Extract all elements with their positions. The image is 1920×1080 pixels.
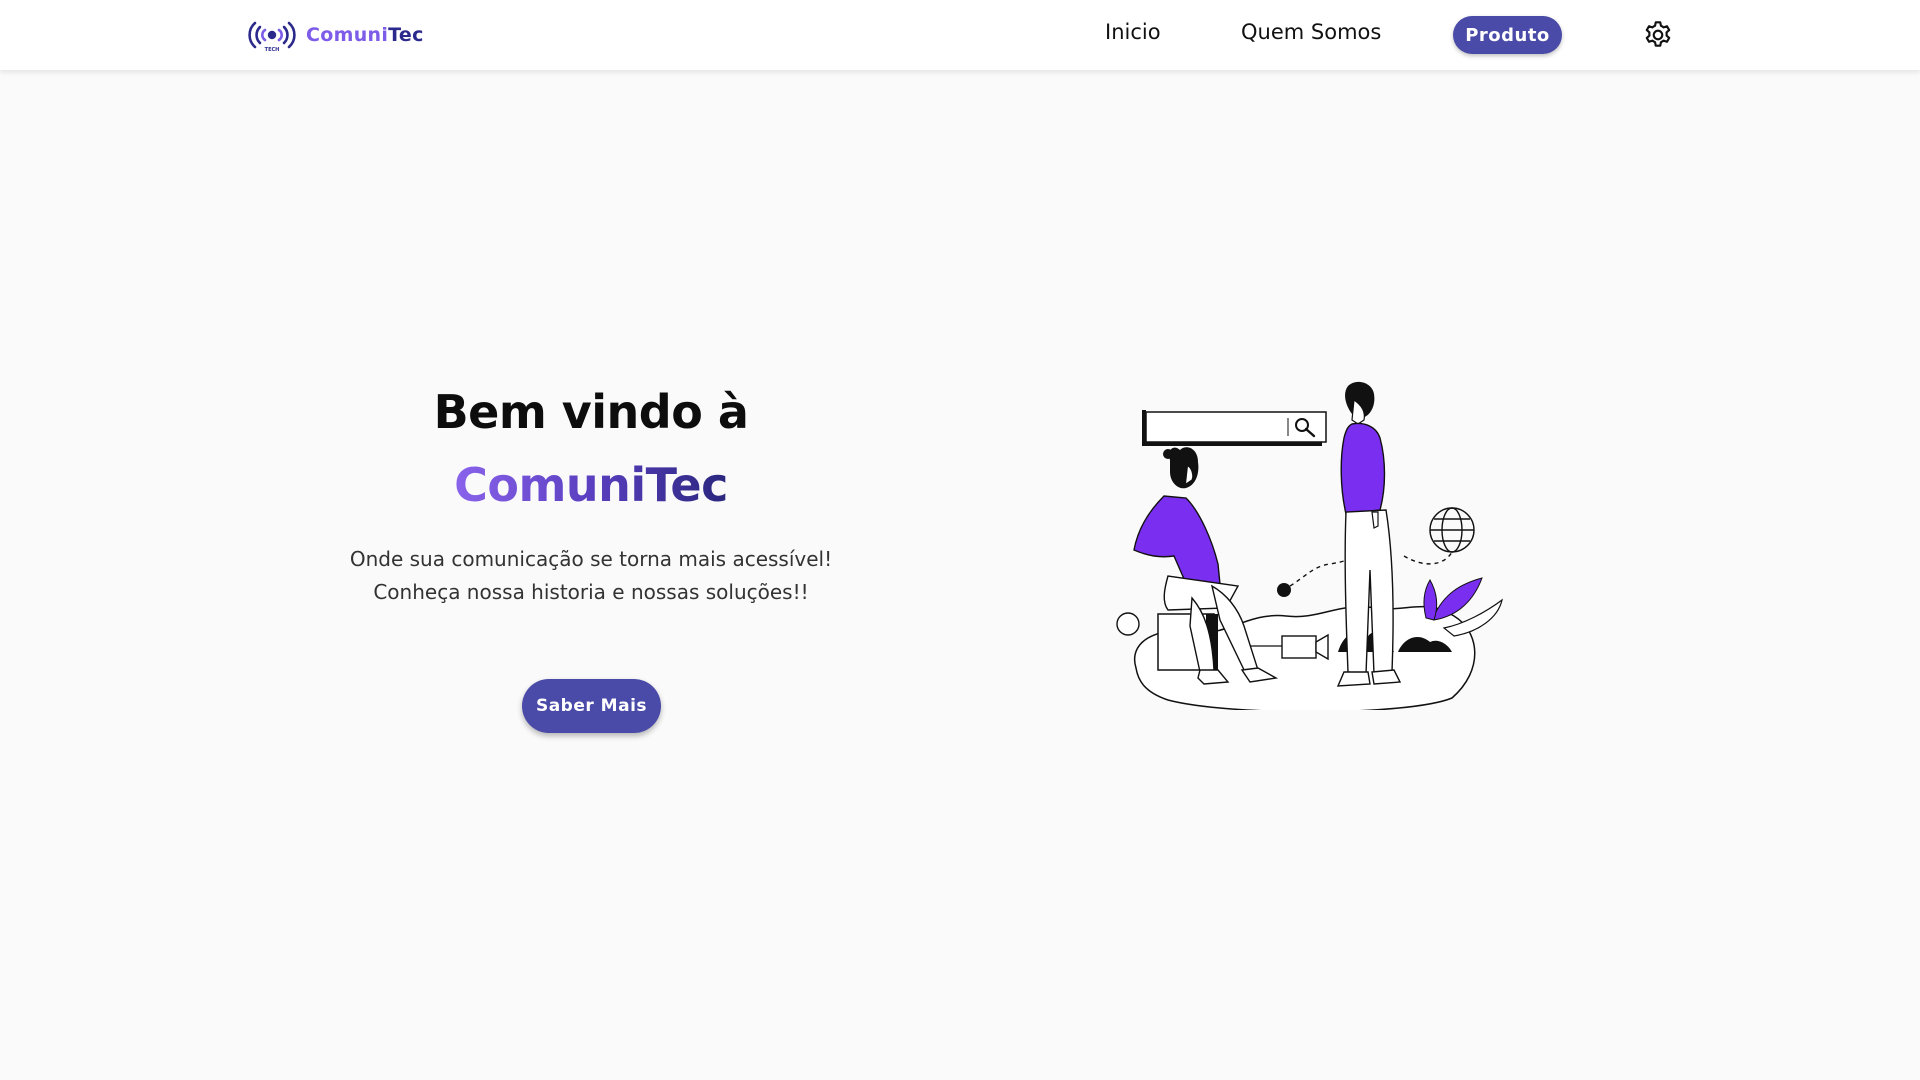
hero-title: Bem vindo à: [433, 385, 749, 439]
hero-subtitle: Onde sua comunicação se torna mais acess…: [291, 543, 891, 609]
hero-brand: ComuniTec: [291, 458, 891, 512]
navbar: TECH ComuniTec Inicio Quem Somos Produto: [0, 0, 1920, 70]
hero-subtitle-line2: Conheça nossa historia e nossas soluções…: [373, 580, 809, 604]
gear-icon[interactable]: [1642, 19, 1674, 51]
logo-text-part2: Tec: [388, 24, 424, 46]
people-search-illustration: [1116, 381, 1503, 710]
nav-link-inicio[interactable]: Inicio: [1105, 20, 1161, 44]
logo-text: ComuniTec: [306, 24, 424, 46]
nav-link-produto[interactable]: Produto: [1453, 16, 1562, 54]
logo-text-part1: Comuni: [306, 24, 389, 46]
svg-text:TECH: TECH: [265, 47, 280, 53]
logo-link[interactable]: TECH ComuniTec: [246, 17, 424, 53]
hero-subtitle-line1: Onde sua comunicação se torna mais acess…: [349, 547, 833, 571]
nav-link-quem-somos[interactable]: Quem Somos: [1241, 20, 1381, 44]
broadcast-signal-icon: TECH: [248, 21, 296, 53]
saber-mais-button[interactable]: Saber Mais: [522, 679, 661, 733]
hero-brand-text: ComuniTec: [454, 458, 728, 512]
